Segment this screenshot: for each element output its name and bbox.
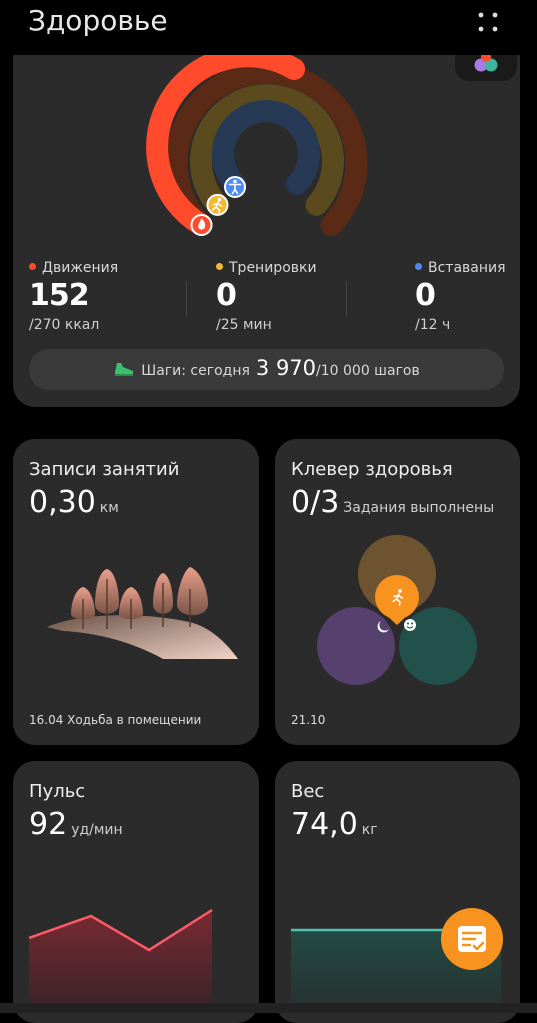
exercise-goal: /25 мин [216,317,272,333]
stand-person-icon [224,176,246,198]
tile-title: Вес [291,781,325,802]
pulse-value: 92 [29,807,68,842]
exercise-runner-icon [206,193,229,216]
move-goal: /270 ккал [29,317,100,333]
stand-dot [415,263,422,270]
ring-style-toggle[interactable] [455,55,517,81]
tile-value: 74,0 кг [291,807,378,842]
tile-title: Записи занятий [29,459,180,480]
distance-unit: км [99,500,119,516]
stand-stat: Вставания 0 /12 ч [415,260,506,333]
tile-footer: 21.10 [291,713,326,727]
pulse-unit: уд/мин [71,822,123,838]
move-label: Движения [42,260,119,276]
app-header: Здоровье [0,0,537,45]
move-flame-icon [190,214,213,236]
health-clover-tile[interactable]: Клевер здоровья 0/3 Задания выполнены 21.… [275,439,520,745]
page-title: Здоровье [28,4,168,37]
pulse-graph [29,908,213,1006]
smile-icon [404,619,416,631]
tile-value: 0,30 км [29,485,119,520]
divider [346,281,347,317]
tile-title: Пульс [29,781,86,802]
exercise-label: Тренировки [229,260,317,276]
tasks-unit: Задания выполнены [343,500,495,516]
tile-value: 0/3 Задания выполнены [291,485,494,520]
tile-title: Клевер здоровья [291,459,453,480]
stand-ring-track [212,100,320,195]
weight-tile[interactable]: Вес 74,0 кг [275,761,520,1023]
steps-label: Шаги: сегодня [141,363,250,379]
tile-footer: 16.04 Ходьба в помещении [29,713,202,727]
activity-rings [146,55,368,236]
exercise-stat: Тренировки 0 /25 мин [216,260,317,333]
stand-goal: /12 ч [415,317,451,333]
move-stat: Движения 152 /270 ккал [29,260,118,333]
tile-value: 92 уд/мин [29,807,123,842]
move-dot [29,263,36,270]
walking-trees-illustration [47,567,238,659]
weight-value: 74,0 [291,807,358,842]
steps-bar[interactable]: Шаги: сегодня 3 970/10 000 шагов [29,349,504,390]
activity-card[interactable]: Движения 152 /270 ккал Тренировки 0 /25 … [13,55,520,407]
steps-count: 3 970 [255,356,317,380]
exercise-value: 0 [216,278,237,313]
exercise-dot [216,263,223,270]
bottom-edge [0,1003,537,1013]
divider [186,281,187,317]
stand-value: 0 [415,278,436,313]
move-value: 152 [29,278,90,313]
stand-label: Вставания [428,260,506,276]
tasks-value: 0/3 [291,485,340,520]
steps-goal: /10 000 шагов [316,363,420,379]
exercise-records-tile[interactable]: Записи занятий 0,30 км 16.04 Ходьба в пом… [13,439,259,745]
weight-unit: кг [361,822,378,838]
notes-checklist-icon[interactable] [441,908,503,970]
pulse-tile[interactable]: Пульс 92 уд/мин [13,761,259,1023]
more-vertical-icon[interactable] [474,8,502,36]
clover-chart [317,535,477,685]
shoe-icon [115,363,134,376]
distance-value: 0,30 [29,485,96,520]
